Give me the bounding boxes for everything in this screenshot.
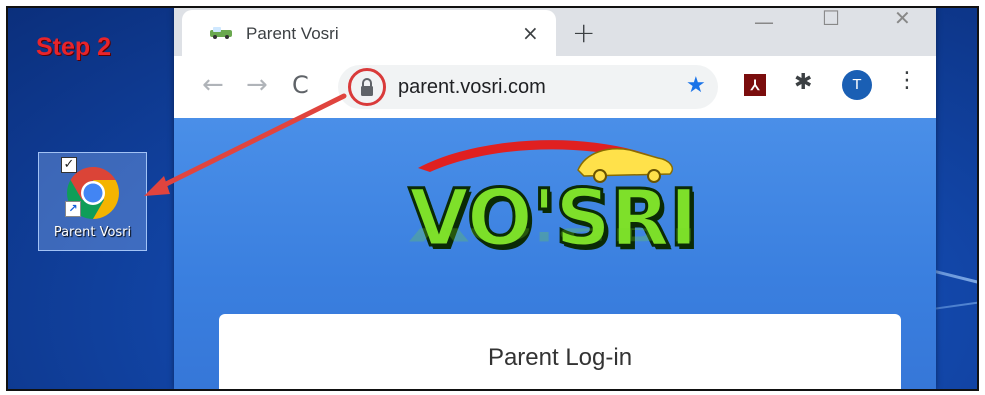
back-arrow-icon[interactable]: ← [202, 70, 224, 100]
profile-avatar[interactable]: T [842, 70, 872, 100]
login-card: Parent Log-in [219, 314, 901, 390]
forward-arrow-icon[interactable]: → [246, 70, 268, 100]
tab-parent-vosri[interactable]: Parent Vosri × [182, 10, 556, 56]
minimize-icon[interactable]: — [754, 10, 774, 34]
reload-icon[interactable]: C [292, 70, 309, 100]
tab-close-icon[interactable]: × [522, 21, 539, 45]
screenshot-frame: Step 2 ✓ ↗ Parent Vosri Parent Vosri × +… [6, 6, 979, 391]
new-tab-button[interactable]: + [572, 16, 595, 49]
bookmark-star-icon[interactable]: ★ [686, 73, 706, 98]
maximize-icon[interactable]: ☐ [822, 8, 840, 30]
browser-window: Parent Vosri × + — ☐ ✕ ← → C parent.vosr… [174, 8, 936, 389]
url-text: parent.vosri.com [398, 76, 546, 98]
tab-title: Parent Vosri [246, 24, 339, 43]
lock-icon[interactable] [360, 78, 374, 96]
tab-strip: Parent Vosri × + — ☐ ✕ [174, 8, 936, 56]
vosri-logo: VO'SRI VO'SRI [407, 128, 700, 288]
shortcut-label: Parent Vosri [53, 225, 132, 240]
address-bar[interactable]: parent.vosri.com ★ [338, 65, 718, 109]
vosri-favicon-icon [210, 27, 232, 39]
shortcut-arrow-icon: ↗ [65, 201, 81, 217]
logo-wordmark: VO'SRI [407, 173, 699, 266]
logo-reflection: VO'SRI [408, 228, 698, 248]
pdf-extension-icon[interactable]: ⅄ [744, 74, 766, 96]
login-heading: Parent Log-in [487, 344, 633, 371]
step-label: Step 2 [36, 33, 112, 61]
window-close-icon[interactable]: ✕ [894, 8, 911, 30]
desktop-shortcut-parent-vosri[interactable]: ✓ ↗ Parent Vosri [38, 152, 147, 251]
web-page: VO'SRI VO'SRI Parent Log-in [174, 118, 936, 389]
card-divider [231, 389, 889, 390]
selection-checkbox-icon[interactable]: ✓ [61, 157, 77, 173]
menu-dots-icon[interactable]: ⋮ [896, 68, 918, 93]
extensions-puzzle-icon[interactable]: ✱ [794, 70, 812, 95]
browser-toolbar: ← → C parent.vosri.com ★ ⅄ ✱ T ⋮ [174, 56, 936, 118]
